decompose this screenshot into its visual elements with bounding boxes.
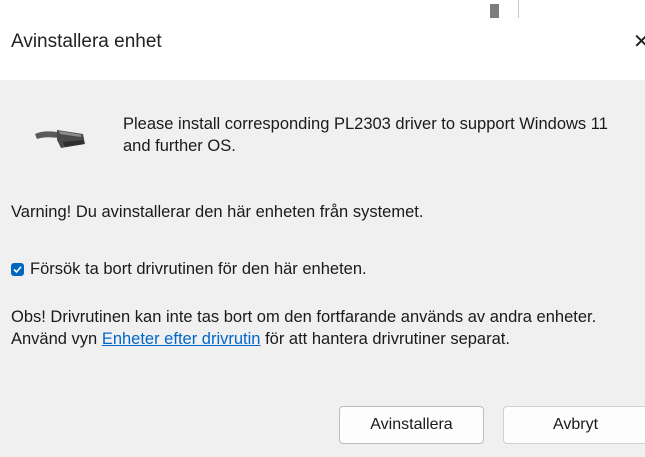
warning-text: Varning! Du avinstallerar den här enhete… [11, 203, 424, 221]
close-icon[interactable]: ✕ [633, 29, 645, 54]
uninstall-button[interactable]: Avinstallera [339, 406, 484, 444]
remove-driver-option[interactable]: Försök ta bort drivrutinen för den här e… [11, 260, 367, 279]
dialog-title: Avinstallera enhet [11, 31, 162, 52]
divider [518, 0, 519, 18]
checkbox-checked[interactable] [11, 263, 24, 276]
device-message: Please install corresponding PL2303 driv… [123, 115, 608, 155]
driver-note: Obs! Drivrutinen kan inte tas bort om de… [11, 306, 641, 350]
cancel-button[interactable]: Avbryt [503, 406, 645, 444]
drivers-by-device-link[interactable]: Enheter efter drivrutin [102, 330, 261, 348]
checkmark-icon [13, 266, 22, 274]
note-suffix: för att hantera drivrutiner separat. [260, 330, 510, 348]
background-window-strip [0, 0, 645, 19]
scrollbar-thumb [490, 4, 499, 18]
serial-cable-icon [35, 130, 85, 148]
checkbox-label: Försök ta bort drivrutinen för den här e… [30, 260, 367, 278]
